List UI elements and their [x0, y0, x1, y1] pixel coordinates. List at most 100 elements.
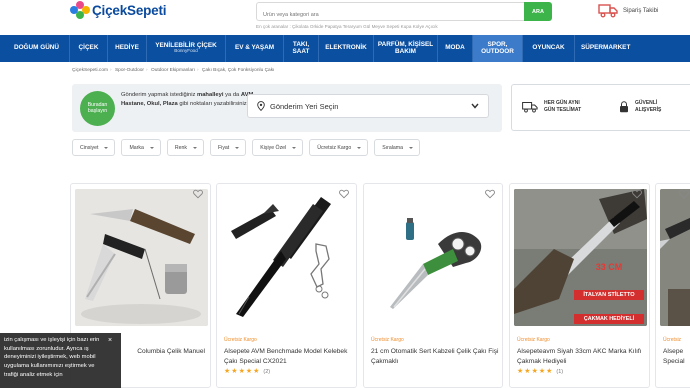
nav-item-supermarket[interactable]: SÜPERMARKET [575, 35, 690, 62]
filter-label: Marka [129, 144, 144, 151]
search-button[interactable]: ARA [524, 2, 552, 21]
order-tracking-link[interactable]: Sipariş Takibi [598, 3, 658, 18]
overlay-line-3: ÇAKMAK HEDİYELİ [574, 314, 644, 324]
filter-label: Cinsiyet [80, 144, 99, 151]
heart-icon[interactable] [485, 189, 495, 199]
star-icon: ★ [253, 368, 260, 375]
nav-label: ÇİÇEK [78, 44, 99, 52]
review-count: (1) [556, 368, 564, 375]
filter-kisiye-ozel[interactable]: Kişiye Özel [252, 139, 304, 156]
product-rating: ★ ★ ★ ★ ★ (1) [517, 368, 563, 375]
product-title[interactable]: Alsepete AVM Benchmade Model Kelebek Çak… [224, 347, 354, 366]
nav-label: OYUNCAK [532, 44, 565, 52]
nav-label: TAKI, SAAT [292, 40, 310, 55]
nav-item-cicek[interactable]: ÇİÇEK [70, 35, 108, 62]
product-card[interactable]: Ücretsiz Kargo 21 cm Otomatik Sert Kabze… [363, 183, 503, 388]
shipping-label: Ücretsiz Kargo [371, 337, 404, 343]
close-icon[interactable]: × [108, 337, 112, 344]
product-image-overlay: 33 CM İTALYAN STİLETTO ÇAKMAK HEDİYELİ [574, 263, 644, 324]
nav-item-ev-yasam[interactable]: EV & YAŞAM [226, 35, 284, 62]
star-icon: ★ [517, 368, 524, 375]
breadcrumb: ÇiçekSepeti.com › Spor-Outdoor › Outdoor E… [72, 68, 275, 73]
filter-siralama[interactable]: Sıralama [374, 139, 420, 156]
nav-label: SPOR, OUTDOOR [481, 40, 514, 55]
nav-item-parfum[interactable]: PARFÜM, KİŞİSEL BAKIM [374, 35, 438, 62]
filter-ucretsiz-kargo[interactable]: Ücretsiz Kargo [309, 139, 369, 156]
caret-down-icon [357, 146, 362, 149]
breadcrumb-item[interactable]: ÇiçekSepeti.com [72, 68, 108, 73]
heart-icon[interactable] [632, 189, 642, 199]
automatic-knife-photo-icon [368, 189, 500, 326]
nav-item-moda[interactable]: MODA [438, 35, 473, 62]
heart-icon[interactable] [679, 189, 689, 199]
logo[interactable]: ÇiçekSepeti [70, 1, 167, 19]
filter-marka[interactable]: Marka [121, 139, 161, 156]
delivery-text-bold: mahalleyi [197, 92, 224, 98]
filter-fiyat[interactable]: Fiyat [210, 139, 247, 156]
nav-item-oyuncak[interactable]: OYUNCAK [523, 35, 575, 62]
same-day-delivery-feature: HER GÜN AYNI GÜN TESLİMAT [522, 100, 586, 113]
breadcrumb-current: Çakı Bıçak, Çok Fonksiyonlu Çakı [201, 68, 275, 73]
search-input[interactable] [257, 6, 524, 24]
nav-item-hediye[interactable]: HEDİYE [108, 35, 147, 62]
delivery-location-select[interactable]: Gönderim Yeri Seçin [247, 94, 489, 118]
overlay-line-2: İTALYAN STİLETTO [574, 290, 644, 300]
nav-item-yenilebilir-cicek[interactable]: YENİLEBİLİR ÇİÇEK BonnyFood [147, 35, 226, 62]
heart-icon[interactable] [193, 189, 203, 199]
knife-photo-icon [75, 189, 208, 326]
filter-cinsiyet[interactable]: Cinsiyet [72, 139, 116, 156]
star-icon: ★ [231, 368, 238, 375]
filter-label: Kişiye Özel [260, 144, 287, 151]
heart-icon[interactable] [339, 189, 349, 199]
shipping-label: Ücretsiz [663, 337, 682, 343]
nav-label: EV & YAŞAM [234, 44, 275, 52]
caret-down-icon [409, 146, 413, 149]
product-card[interactable]: 33 CM İTALYAN STİLETTO ÇAKMAK HEDİYELİ Ü… [509, 183, 650, 388]
product-title[interactable]: Alsepeteavm Siyah 33cm AKC Marka Kılıfı … [517, 347, 647, 366]
location-placeholder: Gönderim Yeri Seçin [270, 101, 339, 111]
product-card[interactable]: Ücretsiz Alsepe Special [655, 183, 690, 388]
nav-label: PARFÜM, KİŞİSEL BAKIM [377, 40, 434, 55]
search-field[interactable] [256, 2, 524, 24]
delivery-text-part: Gönderim yapmak istediğiniz [121, 92, 198, 98]
product-title[interactable]: 21 cm Otomatik Sert Kabzeli Çelik Çakı F… [371, 347, 499, 366]
nav-item-spor-outdoor[interactable]: SPOR, OUTDOOR [473, 35, 523, 62]
nav-item-dogum-gunu[interactable]: DOĞUM GÜNÜ [0, 35, 70, 62]
knife-photo-icon [660, 189, 690, 326]
nav-item-elektronik[interactable]: ELEKTRONİK [319, 35, 374, 62]
product-card[interactable]: Ücretsiz Kargo Alsepete AVM Benchmade Mo… [216, 183, 357, 388]
secure-label: GÜVENLİ ALIŞVERİŞ [635, 100, 662, 113]
logo-flower-icon [70, 1, 90, 19]
butterfly-knife-photo-icon [221, 189, 354, 326]
same-day-label: HER GÜN AYNI GÜN TESLİMAT [544, 100, 582, 113]
nav-label: ELEKTRONİK [325, 44, 367, 52]
caret-down-icon [292, 146, 297, 149]
product-image[interactable] [660, 189, 690, 326]
nav-sublabel: BonnyFood [174, 48, 198, 54]
lock-icon [620, 100, 628, 112]
product-image[interactable]: 33 CM İTALYAN STİLETTO ÇAKMAK HEDİYELİ [514, 189, 647, 326]
product-image[interactable] [368, 189, 500, 326]
breadcrumb-item[interactable]: Spor-Outdoor [115, 68, 144, 73]
product-rating: ★ ★ ★ ★ ★ (2) [224, 368, 270, 375]
recent-searches: En çok aranalar : Çikolata Orkide Papaty… [256, 24, 438, 29]
caret-down-icon [193, 146, 197, 149]
star-icon: ★ [238, 368, 245, 375]
breadcrumb-item[interactable]: Outdoor Ekipmanları [151, 68, 195, 73]
delivery-text-part: ya da [223, 92, 241, 98]
truck-icon [598, 4, 618, 18]
shipping-label: Ücretsiz Kargo [224, 337, 257, 343]
star-icon: ★ [224, 368, 231, 375]
product-image[interactable] [221, 189, 354, 326]
filter-renk[interactable]: Renk [166, 139, 204, 156]
delivery-instructions: Gönderim yapmak istediğiniz mahalleyi ya… [121, 91, 266, 110]
star-icon: ★ [546, 368, 553, 375]
logo-text: ÇiçekSepeti [92, 2, 167, 18]
delivery-text-part: gibi noktaları yazabilirsiniz. [177, 101, 249, 108]
filter-bar: Cinsiyet Marka Renk Fiyat Kişiye Özel Üc… [72, 139, 420, 156]
nav-item-taki-saat[interactable]: TAKI, SAAT [284, 35, 319, 62]
product-image[interactable] [75, 189, 208, 326]
product-title[interactable]: Alsepe Special [663, 347, 690, 366]
caret-down-icon [104, 146, 109, 149]
nav-label: SÜPERMARKET [581, 44, 631, 52]
